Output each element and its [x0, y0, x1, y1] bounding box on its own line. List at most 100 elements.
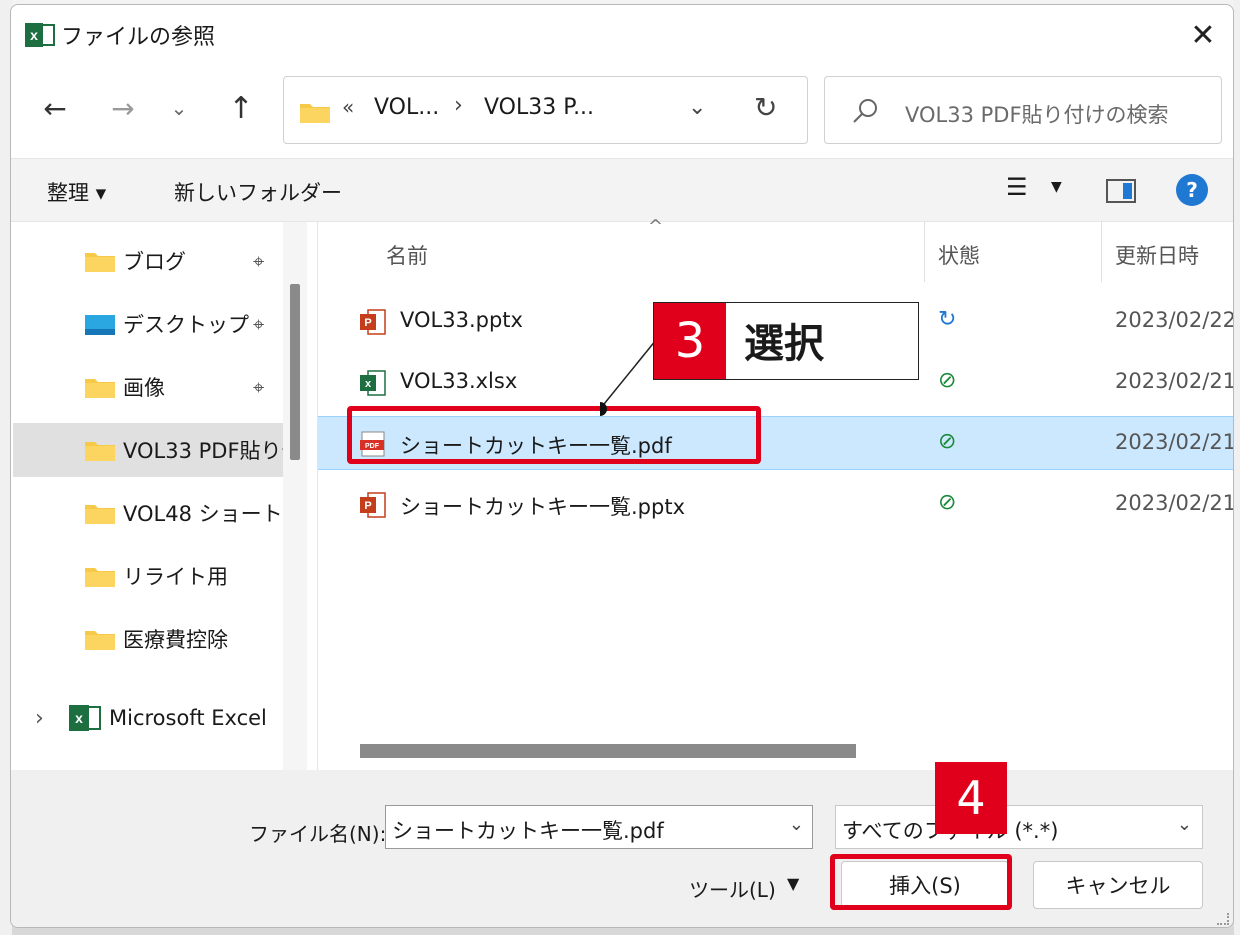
dialog-title: ファイルの参照	[61, 25, 216, 50]
view-options-icon[interactable]: ☰	[1006, 173, 1028, 201]
search-icon	[853, 99, 877, 123]
svg-text:P: P	[364, 500, 371, 512]
file-row[interactable]: P ショートカットキー一覧.pptx ⊘ 2023/02/21	[318, 478, 1234, 532]
refresh-icon[interactable]: ↻	[754, 91, 777, 124]
annotation-step-text: 選択	[744, 321, 824, 367]
expand-chevron-icon[interactable]: ›	[35, 706, 44, 731]
sidebar-item-vol48[interactable]: VOL48 ショートカ	[13, 486, 283, 540]
svg-text:x: x	[75, 710, 83, 726]
horizontal-scrollbar-thumb[interactable]	[360, 744, 856, 758]
svg-text:x: x	[365, 378, 372, 390]
sidebar-scrollbar[interactable]	[283, 222, 307, 770]
navigation-pane: ブログ ⌖ デスクトップ ⌖ 画像 ⌖ VOL33 PDF貼り付け VOL48 …	[11, 222, 317, 770]
synced-check-icon: ⊘	[938, 490, 957, 515]
cancel-button[interactable]: キャンセル	[1033, 861, 1203, 909]
file-name: VOL33.xlsx	[400, 369, 518, 393]
sidebar-item-label: デスクトップ	[123, 313, 249, 337]
folder-icon	[85, 631, 115, 650]
sync-pending-icon: ↻	[938, 307, 957, 332]
address-dropdown-icon[interactable]: ⌄	[688, 95, 706, 120]
navigation-bar: ← → ⌄ ↑ « VOL... › VOL33 P... ⌄ ↻ VOL33 …	[11, 71, 1233, 147]
pptx-icon: P	[360, 309, 386, 335]
annotation-highlight-insert	[830, 854, 1012, 910]
sidebar-item-medical[interactable]: 医療費控除	[13, 612, 283, 666]
pin-icon: ⌖	[253, 375, 265, 399]
annotation-step-number: 4	[935, 762, 1007, 834]
excel-icon: x	[25, 23, 55, 47]
svg-text:P: P	[364, 317, 371, 329]
folder-icon	[85, 505, 115, 524]
sidebar-item-images[interactable]: 画像 ⌖	[13, 360, 283, 414]
annotation-step-number: 3	[654, 303, 726, 379]
tools-dropdown-icon[interactable]: ▼	[787, 874, 799, 893]
filename-label: ファイル名(N):	[249, 822, 387, 846]
help-icon[interactable]: ?	[1176, 174, 1208, 206]
search-box[interactable]: VOL33 PDF貼り付けの検索	[824, 76, 1222, 144]
sidebar-item-desktop[interactable]: デスクトップ ⌖	[13, 297, 283, 351]
column-divider[interactable]	[1101, 222, 1102, 282]
file-date: 2023/02/21	[1115, 430, 1234, 454]
sidebar-item-label: VOL48 ショートカ	[123, 502, 283, 526]
column-header-status[interactable]: 状態	[938, 240, 980, 270]
search-placeholder[interactable]: VOL33 PDF貼り付けの検索	[905, 99, 1169, 129]
excel-icon: x	[69, 705, 101, 731]
back-button[interactable]: ←	[35, 89, 75, 127]
preview-pane-icon[interactable]	[1106, 179, 1136, 203]
column-divider[interactable]	[924, 222, 925, 282]
sidebar-item-label: VOL33 PDF貼り付け	[123, 439, 283, 463]
address-segment[interactable]: VOL33 P...	[484, 95, 594, 120]
sort-ascending-icon: ^	[648, 216, 664, 237]
sidebar-item-microsoft-excel[interactable]: › x Microsoft Excel	[13, 691, 283, 745]
desktop-icon	[85, 315, 115, 335]
forward-button[interactable]: →	[103, 89, 143, 127]
file-type-select[interactable]: すべてのファイル (*.*) ⌄	[835, 805, 1203, 849]
new-folder-button[interactable]: 新しいフォルダー	[174, 177, 342, 207]
annotation-callout-step3: 3 選択	[653, 302, 919, 380]
sidebar-item-label: Microsoft Excel	[109, 706, 267, 730]
file-date: 2023/02/21	[1115, 491, 1234, 515]
column-header-modified[interactable]: 更新日時	[1115, 240, 1199, 270]
command-bar: 整理 ▾ 新しいフォルダー ☰ ▼ ?	[11, 158, 1233, 222]
up-button[interactable]: ↑	[221, 89, 261, 127]
sidebar-item-label: 医療費控除	[123, 628, 228, 652]
close-button[interactable]: ✕	[1183, 15, 1223, 55]
background-excel-right	[1234, 0, 1240, 935]
address-segment[interactable]: VOL...	[374, 95, 439, 120]
recent-locations-button[interactable]: ⌄	[161, 89, 197, 127]
folder-icon	[85, 568, 115, 587]
synced-check-icon: ⊘	[938, 368, 957, 393]
folder-icon	[85, 442, 115, 461]
svg-text:x: x	[30, 27, 38, 43]
pin-icon: ⌖	[253, 312, 265, 336]
file-name: ショートカットキー一覧.pptx	[400, 495, 685, 519]
chevron-down-icon[interactable]: ⌄	[1177, 814, 1192, 835]
folder-icon	[85, 379, 115, 398]
address-overflow-icon[interactable]: «	[342, 95, 354, 119]
address-separator-icon[interactable]: ›	[454, 93, 463, 118]
title-bar: x ファイルの参照 ✕	[11, 5, 1233, 63]
pin-icon: ⌖	[253, 249, 265, 273]
tools-menu[interactable]: ツール(L)	[689, 874, 776, 903]
sidebar-item-rewrite[interactable]: リライト用	[13, 549, 283, 603]
file-date: 2023/02/21	[1115, 369, 1234, 393]
sidebar-item-vol33[interactable]: VOL33 PDF貼り付け	[13, 423, 283, 477]
address-bar[interactable]: « VOL... › VOL33 P... ⌄ ↻	[283, 76, 808, 144]
annotation-highlight-file	[347, 406, 761, 464]
sidebar-item-label: ブログ	[123, 250, 186, 274]
folder-icon	[85, 253, 115, 272]
file-date: 2023/02/22	[1115, 308, 1234, 332]
view-dropdown-icon[interactable]: ▼	[1051, 179, 1062, 195]
pptx-icon: P	[360, 492, 386, 518]
sidebar-item-blog[interactable]: ブログ ⌖	[13, 234, 283, 288]
filename-input[interactable]: ショートカットキー一覧.pdf ⌄	[385, 805, 813, 849]
scrollbar-thumb[interactable]	[290, 284, 300, 460]
organize-menu[interactable]: 整理 ▾	[47, 177, 106, 207]
resize-grip[interactable]	[1217, 913, 1229, 925]
chevron-down-icon[interactable]: ⌄	[789, 814, 804, 835]
sidebar-item-label: リライト用	[123, 565, 228, 589]
filename-value[interactable]: ショートカットキー一覧.pdf	[392, 815, 664, 845]
dialog-footer: ファイル名(N): ショートカットキー一覧.pdf ⌄ すべてのファイル (*.…	[11, 770, 1233, 927]
file-name: VOL33.pptx	[400, 308, 523, 332]
column-header-name[interactable]: 名前	[386, 240, 428, 270]
sidebar-item-label: 画像	[123, 376, 165, 400]
